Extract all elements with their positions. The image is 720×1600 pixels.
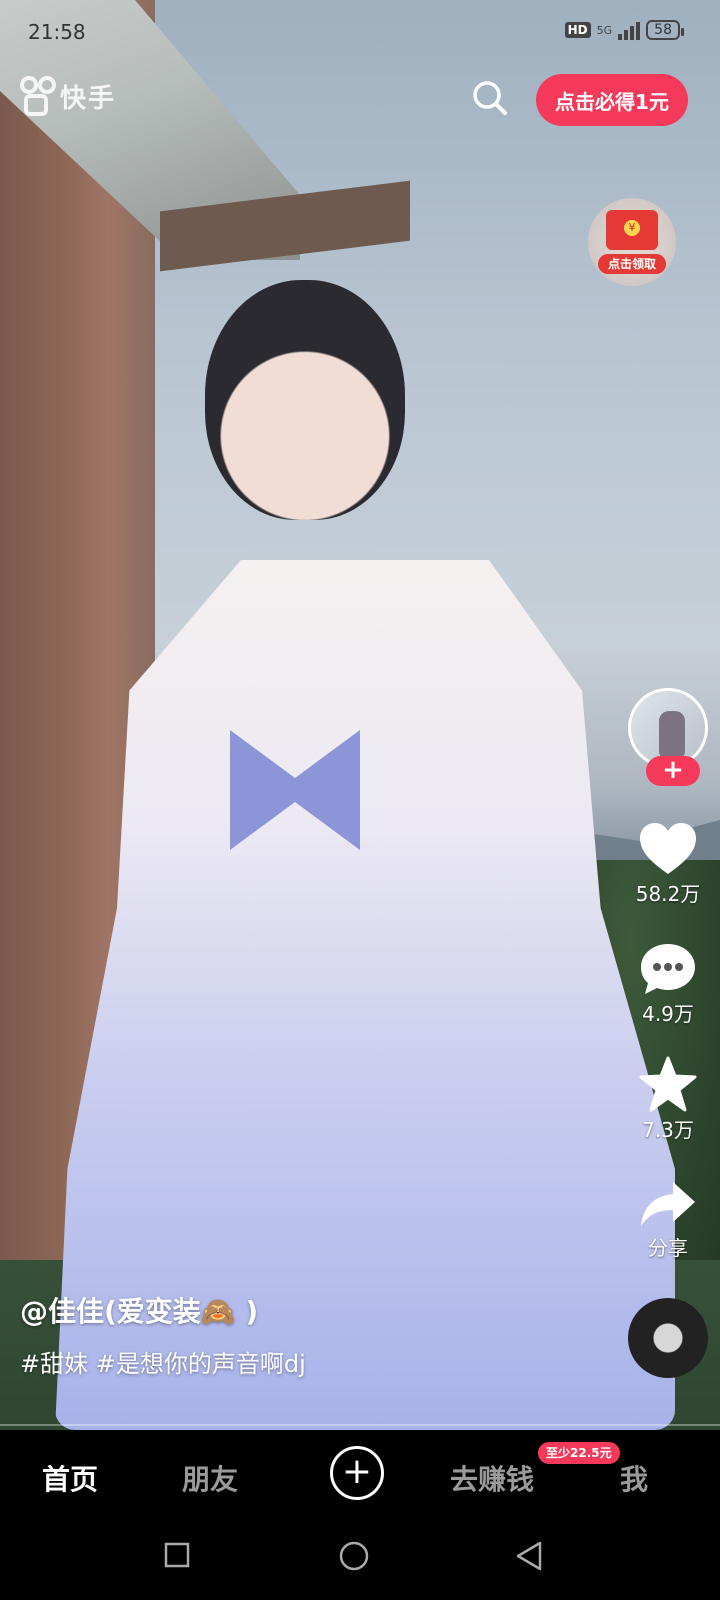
follow-button[interactable]: + <box>646 756 700 786</box>
signal-icon <box>618 20 641 40</box>
red-envelope-icon <box>606 210 658 250</box>
recents-square-icon[interactable] <box>164 1542 190 1568</box>
like-count: 58.2万 <box>635 882 701 906</box>
author-name[interactable]: @佳佳(爱变装🙈 ) <box>20 1290 580 1330</box>
red-packet-button[interactable]: 点击领取 <box>588 198 676 286</box>
tab-earn[interactable]: 去赚钱 <box>450 1458 534 1498</box>
back-triangle-icon[interactable] <box>514 1540 544 1572</box>
battery-icon: 58 <box>646 20 684 40</box>
create-button[interactable]: + <box>330 1446 384 1500</box>
video-caption: @佳佳(爱变装🙈 ) #甜妹 #是想你的声音啊dj <box>20 1290 580 1379</box>
app-logo: 快手 <box>20 76 116 116</box>
hd-icon: HD <box>564 22 591 38</box>
status-icons: HD 5G 58 <box>564 20 684 40</box>
comment-button[interactable]: 4.9万 <box>618 942 718 1027</box>
plus-icon: + <box>341 1451 373 1492</box>
status-time: 21:58 <box>28 20 86 44</box>
share-arrow-icon <box>641 1182 695 1226</box>
bottom-tab-bar: 首页 朋友 + 去赚钱 至少22.5元 我 <box>0 1430 720 1520</box>
video-progress-bar[interactable] <box>0 1424 720 1426</box>
tab-friends[interactable]: 朋友 <box>182 1458 238 1498</box>
star-icon <box>639 1056 697 1112</box>
like-button[interactable]: 58.2万 <box>618 822 718 907</box>
tab-home[interactable]: 首页 <box>42 1458 98 1498</box>
video-tags[interactable]: #甜妹 #是想你的声音啊dj <box>20 1344 580 1379</box>
earn-badge: 至少22.5元 <box>538 1442 620 1464</box>
comment-icon <box>641 944 695 994</box>
favorite-count: 7.3万 <box>642 1118 694 1142</box>
favorite-button[interactable]: 7.3万 <box>618 1056 718 1143</box>
heart-icon <box>640 823 696 874</box>
comment-count: 4.9万 <box>642 1002 694 1026</box>
tab-me[interactable]: 我 <box>620 1458 648 1498</box>
video-figure-head <box>205 280 405 520</box>
red-packet-label: 点击领取 <box>598 254 666 274</box>
music-disc-icon[interactable] <box>628 1298 708 1378</box>
logo-text: 快手 <box>60 83 117 114</box>
system-nav-bar <box>0 1520 720 1600</box>
search-icon <box>473 81 507 115</box>
kuaishou-logo-icon <box>20 76 56 116</box>
share-label: 分享 <box>648 1236 688 1260</box>
status-bar: 21:58 HD 5G 58 <box>28 18 684 48</box>
network-type: 5G <box>596 23 613 37</box>
share-button[interactable]: 分享 <box>618 1180 718 1261</box>
home-circle-icon[interactable] <box>338 1540 370 1572</box>
search-button[interactable] <box>472 80 508 116</box>
promo-button[interactable]: 点击必得1元 <box>536 74 688 126</box>
